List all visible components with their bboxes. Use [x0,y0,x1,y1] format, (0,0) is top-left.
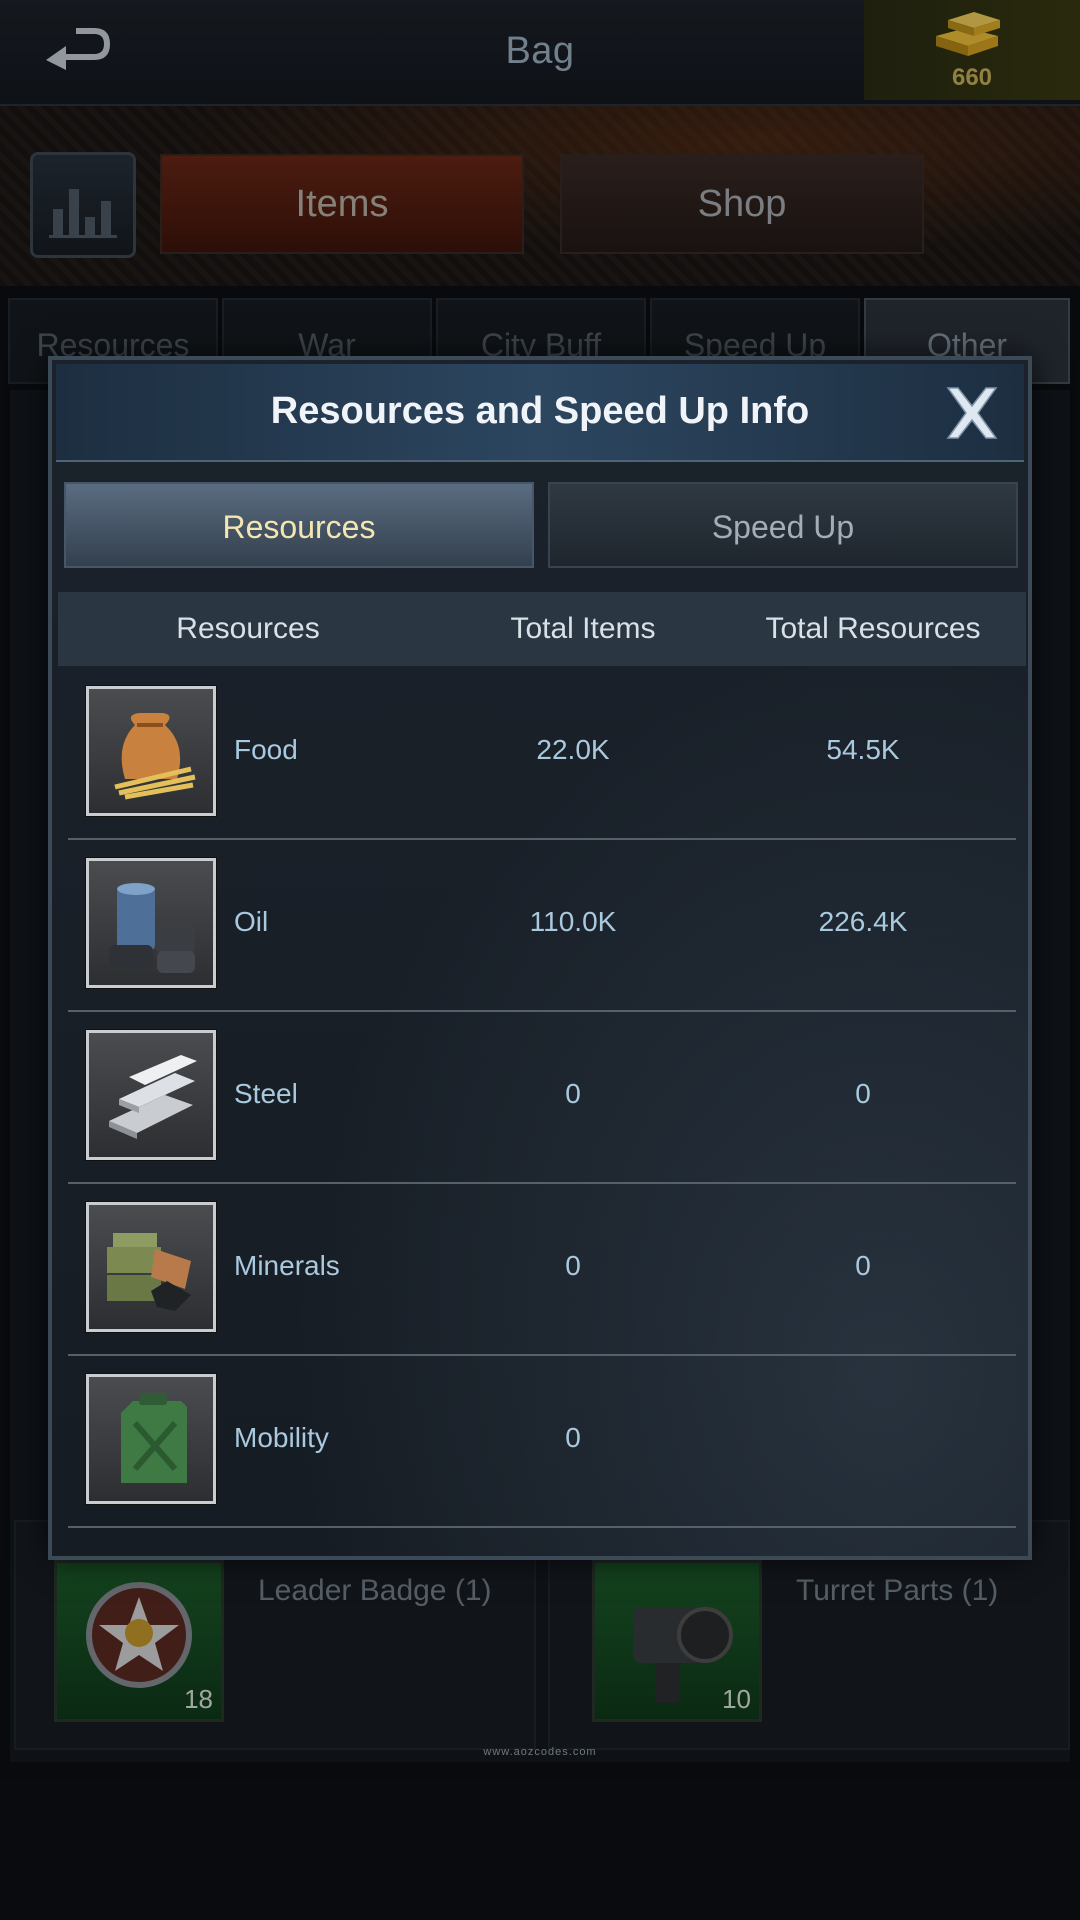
table-row: Oil 110.0K 226.4K [68,838,1016,1012]
resource-name: Minerals [234,1250,340,1281]
oil-barrels-icon [109,883,195,973]
fuel-can-icon [121,1393,187,1483]
table-row: Mobility 0 [68,1354,1016,1528]
steel-beams-icon [109,1055,197,1139]
total-resources: 0 [855,1078,871,1109]
column-header-total-resources: Total Resources [765,612,981,645]
table-header: Resources Total Items Total Resources [58,592,1026,666]
mobility-thumbnail [86,1374,216,1504]
dialog-header: Resources and Speed Up Info [56,364,1024,462]
resource-name: Steel [234,1078,298,1109]
resource-name: Mobility [234,1422,329,1453]
minerals-thumbnail [86,1202,216,1332]
tab-resources-info[interactable]: Resources [64,482,534,568]
close-button[interactable] [942,384,1002,442]
food-sack-icon [114,713,196,800]
dialog-title: Resources and Speed Up Info [270,390,810,432]
table-row: Food 22.0K 54.5K [68,666,1016,840]
column-header-resources: Resources [176,612,320,645]
steel-thumbnail [86,1030,216,1160]
tab-speed-up-info[interactable]: Speed Up [548,482,1018,568]
total-resources: 54.5K [826,734,900,765]
close-icon [946,387,998,439]
total-items: 0 [565,1250,581,1281]
table-row: Minerals 0 0 [68,1182,1016,1356]
column-header-total-items: Total Items [510,612,656,645]
total-resources: 0 [855,1250,871,1281]
oil-thumbnail [86,858,216,988]
minerals-crates-icon [107,1233,191,1311]
food-thumbnail [86,686,216,816]
resources-info-dialog: Resources and Speed Up Info Resources Sp… [48,356,1032,1560]
table-row: Steel 0 0 [68,1010,1016,1184]
total-items: 110.0K [529,906,617,937]
resource-name: Oil [234,906,269,937]
total-items: 0 [565,1422,581,1453]
total-resources: 226.4K [818,906,908,937]
resource-name: Food [234,734,298,765]
total-items: 22.0K [536,734,610,765]
total-items: 0 [565,1078,581,1109]
